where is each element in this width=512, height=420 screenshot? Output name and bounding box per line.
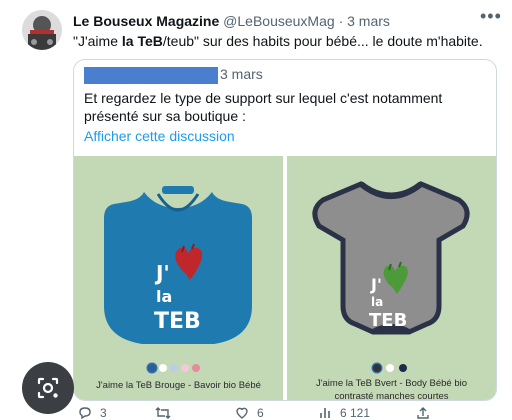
product-image-bib[interactable]: J' la TEB J'aime la TeB Brouge - Bavoir … (74, 156, 283, 400)
tweet-text-part2: /teub" sur des habits pour bébé... le do… (162, 33, 483, 49)
more-icon[interactable]: ••• (480, 6, 502, 27)
swatch[interactable] (373, 364, 381, 372)
avatar[interactable] (22, 10, 62, 50)
bib-print-line3: TEB (154, 309, 201, 334)
avatar-image (22, 10, 62, 50)
body-print-line2: la (371, 295, 383, 309)
tweet-header: Le Bouseux Magazine @LeBouseuxMag · 3 ma… (73, 13, 390, 29)
body-color-swatches (373, 364, 407, 372)
tweet-text-part1: "J'aime (73, 33, 122, 49)
bib-print-line2: la (156, 287, 172, 306)
tweet-text: "J'aime la TeB/teub" sur des habits pour… (73, 33, 483, 49)
author-name[interactable]: Le Bouseux Magazine (73, 13, 219, 29)
swatch[interactable] (386, 364, 394, 372)
bib-print-line1: J' (154, 261, 170, 285)
swatch[interactable] (159, 364, 167, 372)
author-handle[interactable]: @LeBouseuxMag (223, 13, 335, 29)
bodysuit-illustration: J' la TEB (312, 181, 470, 335)
quote-text: Et regardez le type de support sur leque… (84, 90, 443, 124)
bib-illustration: J' la TEB (104, 186, 252, 344)
swatch[interactable] (148, 364, 156, 372)
body-caption-line1: J'aime la TeB Bvert - Body Bébé bio (315, 378, 468, 389)
header-separator: · (338, 13, 344, 29)
swatch[interactable] (181, 364, 189, 372)
body-print-line1: J' (370, 275, 382, 294)
swatch[interactable] (192, 364, 200, 372)
redacted-author (84, 66, 218, 84)
product-image-bodysuit[interactable]: J' la TEB J'aime la TeB Bvert - Body Béb… (287, 156, 496, 400)
body-print-line3: TEB (369, 310, 407, 331)
bib-caption: J'aime la TeB Brouge - Bavoir bio Bébé (96, 380, 261, 391)
bib-color-swatches (148, 364, 200, 372)
body-caption: J'aime la TeB Bvert - Body Bébé bio cont… (287, 377, 496, 400)
body-caption-line2: contrasté manches courtes (334, 391, 449, 400)
quoted-tweet[interactable]: 3 mars Et regardez le type de support su… (73, 59, 497, 401)
quote-header: 3 mars (84, 66, 263, 84)
tweet-time[interactable]: 3 mars (347, 13, 390, 29)
swatch[interactable] (399, 364, 407, 372)
swatch[interactable] (170, 364, 178, 372)
lens-icon (37, 377, 59, 399)
show-thread-link[interactable]: Afficher cette discussion (84, 128, 235, 144)
quote-time[interactable]: 3 mars (220, 66, 263, 82)
action-bar: 3 6 6 121 (0, 406, 512, 420)
tweet-text-bold: la TeB (121, 33, 163, 49)
